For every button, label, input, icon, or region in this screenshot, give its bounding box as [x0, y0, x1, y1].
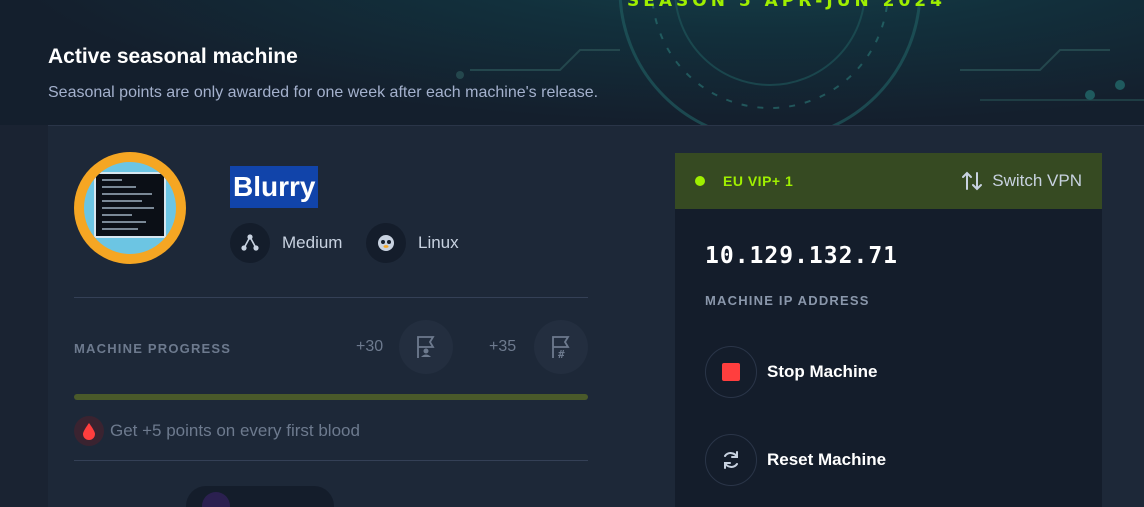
root-flag-points: +35: [489, 338, 517, 355]
avatar: [202, 492, 230, 507]
switch-vpn-button[interactable]: Switch VPN: [960, 169, 1082, 193]
section-subtitle: Seasonal points are only awarded for one…: [48, 84, 599, 101]
terminal-screen-graphic: [94, 172, 166, 238]
vpn-status-bar: EU VIP+ 1 Switch VPN: [675, 153, 1102, 209]
switch-vpn-label: Switch VPN: [992, 171, 1082, 190]
machine-progress-label: MACHINE PROGRESS: [74, 341, 232, 356]
refresh-icon: [705, 434, 757, 486]
swap-arrows-icon: [962, 171, 983, 191]
difficulty-tag: Medium: [230, 223, 342, 263]
user-flag-icon[interactable]: [399, 320, 453, 374]
season-label: SEASON 5 APR-JUN 2024: [627, 0, 946, 11]
reset-machine-button[interactable]: Reset Machine: [705, 434, 886, 486]
svg-text:#: #: [558, 348, 565, 360]
os-tag: Linux: [366, 223, 459, 263]
stop-icon: [705, 346, 757, 398]
divider: [74, 460, 588, 461]
first-blood-text: Get +5 points on every first blood: [110, 421, 360, 440]
divider: [74, 297, 588, 298]
machine-avatar[interactable]: [74, 152, 186, 264]
machine-name[interactable]: Blurry: [230, 166, 319, 208]
seasonal-machine-card: Blurry Medium Linux MACHINE PROGRESS +30: [48, 125, 1144, 507]
machine-avatar-image: [84, 162, 176, 254]
os-label: Linux: [418, 233, 459, 252]
reset-machine-label: Reset Machine: [767, 450, 887, 469]
user-flag-points: +30: [356, 338, 384, 355]
vpn-status-dot-icon: [695, 176, 705, 186]
vpn-server-name: EU VIP+ 1: [723, 173, 794, 189]
difficulty-label: Medium: [282, 233, 343, 252]
linux-icon: [366, 223, 406, 263]
section-title: Active seasonal machine: [48, 45, 298, 68]
machine-instance-panel: EU VIP+ 1 Switch VPN 10.129.132.71 MACHI…: [675, 153, 1102, 507]
user-pill[interactable]: [186, 486, 334, 507]
machine-ip-label: MACHINE IP ADDRESS: [705, 293, 870, 308]
first-blood-note: Get +5 points on every first blood: [74, 416, 360, 446]
difficulty-icon: [230, 223, 270, 263]
root-flag-icon[interactable]: #: [534, 320, 588, 374]
stop-machine-button[interactable]: Stop Machine: [705, 346, 878, 398]
blood-drop-icon: [74, 416, 104, 446]
machine-ip-address[interactable]: 10.129.132.71: [705, 243, 898, 269]
machine-progress-bar: [74, 394, 588, 400]
stop-machine-label: Stop Machine: [767, 362, 878, 381]
